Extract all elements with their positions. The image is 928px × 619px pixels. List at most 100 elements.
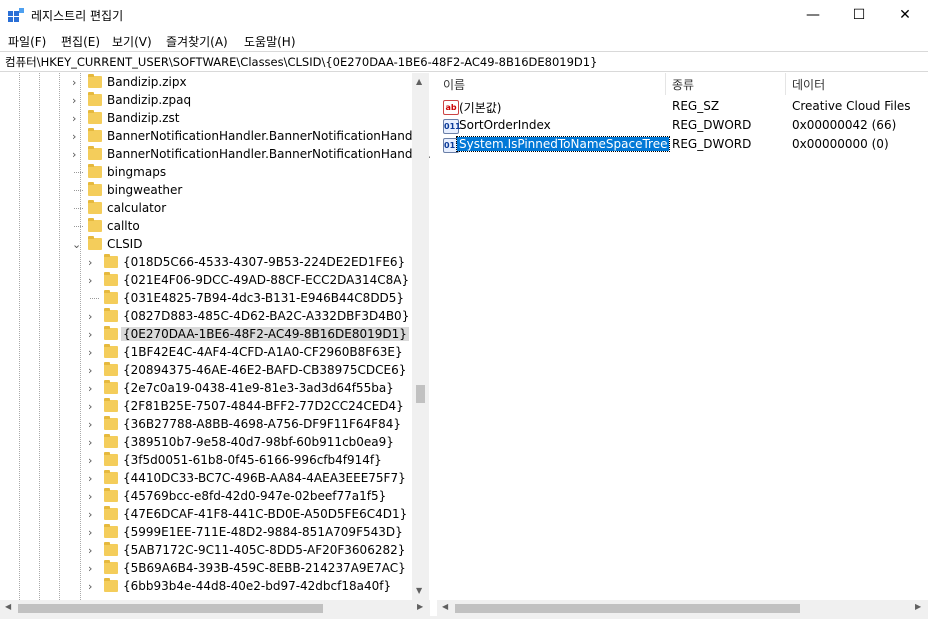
chevron-right-icon[interactable]: › — [88, 436, 92, 449]
chevron-right-icon[interactable]: › — [88, 400, 92, 413]
tree-item[interactable]: › {021E4F06-9DCC-49AD-88CF-ECC2DA314C8A} — [0, 272, 410, 290]
menu-help[interactable]: 도움말(H) — [244, 33, 296, 50]
value-name[interactable]: SortOrderIndex — [459, 118, 551, 132]
list-hscroll-thumb[interactable] — [455, 604, 800, 613]
chevron-right-icon[interactable]: › — [72, 148, 76, 161]
tree-item[interactable]: › {45769bcc-e8fd-42d0-947e-02beef77a1f5} — [0, 488, 410, 506]
value-name[interactable]: System.IsPinnedToNameSpaceTree — [455, 136, 671, 152]
chevron-right-icon[interactable]: › — [88, 328, 92, 341]
tree-item-label[interactable]: {2F81B25E-7507-4844-BFF2-77D2CC24CED4} — [123, 399, 404, 413]
tree-scroll-thumb[interactable] — [416, 385, 425, 403]
value-list[interactable]: 이름 종류 데이터 ab (기본값) REG_SZ Creative Cloud… — [437, 73, 928, 600]
tree-item-label[interactable]: BannerNotificationHandler.BannerNotifica… — [107, 147, 430, 161]
tree-item[interactable]: › {6bb93b4e-44d8-40e2-bd97-42dbcf18a40f} — [0, 578, 410, 596]
tree-item[interactable]: › {389510b7-9e58-40d7-98bf-60b911cb0ea9} — [0, 434, 410, 452]
tree-item-label[interactable]: calculator — [107, 201, 166, 215]
tree-item[interactable]: {031E4825-7B94-4dc3-B131-E946B44C8DD5} — [0, 290, 410, 308]
value-name[interactable]: (기본값) — [459, 99, 501, 116]
chevron-right-icon[interactable]: › — [88, 472, 92, 485]
tree-item[interactable]: › {5AB7172C-9C11-405C-8DD5-AF20F3606282} — [0, 542, 410, 560]
chevron-right-icon[interactable]: › — [72, 76, 76, 89]
tree-item-label[interactable]: {47E6DCAF-41F8-441C-BD0E-A50D5FE6C4D1} — [123, 507, 407, 521]
column-divider[interactable] — [785, 73, 786, 95]
tree-item-label[interactable]: {3f5d0051-61b8-0f45-6166-996cfb4f914f} — [123, 453, 382, 467]
tree-item[interactable]: › {20894375-46AE-46E2-BAFD-CB38975CDCE6} — [0, 362, 410, 380]
minimize-button[interactable]: — — [790, 0, 836, 30]
tree-item-label[interactable]: {0827D883-485C-4D62-BA2C-A332DBF3D4B0} — [123, 309, 409, 323]
chevron-down-icon[interactable]: ⌄ — [72, 238, 81, 251]
menu-favorites[interactable]: 즐겨찾기(A) — [166, 33, 228, 50]
value-row-selected[interactable]: 011 System.IsPinnedToNameSpaceTree REG_D… — [437, 136, 928, 154]
tree-item[interactable]: › {2F81B25E-7507-4844-BFF2-77D2CC24CED4} — [0, 398, 410, 416]
tree-item[interactable]: › {3f5d0051-61b8-0f45-6166-996cfb4f914f} — [0, 452, 410, 470]
chevron-right-icon[interactable]: › — [88, 418, 92, 431]
scroll-down-icon[interactable]: ▼ — [416, 586, 422, 595]
tree-item-label[interactable]: bingweather — [107, 183, 182, 197]
tree-item-label[interactable]: {4410DC33-BC7C-496B-AA84-4AEA3EEE75F7} — [123, 471, 406, 485]
chevron-right-icon[interactable]: › — [88, 490, 92, 503]
chevron-right-icon[interactable]: › — [88, 310, 92, 323]
column-divider[interactable] — [665, 73, 666, 95]
tree-horizontal-scrollbar[interactable]: ◀ ▶ — [0, 600, 430, 616]
tree-item-label[interactable]: {1BF42E4C-4AF4-4CFD-A1A0-CF2960B8F63E} — [123, 345, 403, 359]
chevron-right-icon[interactable]: › — [88, 562, 92, 575]
scroll-left-icon[interactable]: ◀ — [442, 602, 448, 611]
tree-item[interactable]: › BannerNotificationHandler.BannerNotific… — [0, 146, 430, 164]
tree-item-selected[interactable]: › {0E270DAA-1BE6-48F2-AC49-8B16DE8019D1} — [0, 326, 410, 344]
tree-item-label[interactable]: {0E270DAA-1BE6-48F2-AC49-8B16DE8019D1} — [121, 327, 409, 341]
tree-item-label[interactable]: Bandizip.zipx — [107, 75, 187, 89]
tree-item[interactable]: › Bandizip.zst — [0, 110, 410, 128]
tree-item-label[interactable]: BannerNotificationHandler.BannerNotifica… — [107, 129, 428, 143]
tree-item[interactable]: › {36B27788-A8BB-4698-A756-DF9F11F64F84} — [0, 416, 410, 434]
tree-item-label[interactable]: {389510b7-9e58-40d7-98bf-60b911cb0ea9} — [123, 435, 394, 449]
chevron-right-icon[interactable]: › — [72, 130, 76, 143]
list-horizontal-scrollbar[interactable]: ◀ ▶ — [437, 600, 928, 616]
tree-item[interactable]: › {0827D883-485C-4D62-BA2C-A332DBF3D4B0} — [0, 308, 410, 326]
close-button[interactable]: ✕ — [882, 0, 928, 30]
scroll-right-icon[interactable]: ▶ — [417, 602, 423, 611]
tree-item[interactable]: › BannerNotificationHandler.BannerNotific… — [0, 128, 428, 146]
tree-item[interactable]: › {5999E1EE-711E-48D2-9884-851A709F543D} — [0, 524, 410, 542]
tree-item[interactable]: › {5B69A6B4-393B-459C-8EBB-214237A9E7AC} — [0, 560, 410, 578]
chevron-right-icon[interactable]: › — [88, 382, 92, 395]
tree-item-label[interactable]: {2e7c0a19-0438-41e9-81e3-3ad3d64f55ba} — [123, 381, 394, 395]
value-row[interactable]: ab (기본값) REG_SZ Creative Cloud Files — [437, 98, 928, 116]
column-header-data[interactable]: 데이터 — [792, 76, 825, 93]
column-header-type[interactable]: 종류 — [672, 76, 694, 93]
tree-item-label[interactable]: {5AB7172C-9C11-405C-8DD5-AF20F3606282} — [123, 543, 405, 557]
tree-item-label[interactable]: {20894375-46AE-46E2-BAFD-CB38975CDCE6} — [123, 363, 406, 377]
column-header-name[interactable]: 이름 — [443, 76, 465, 93]
chevron-right-icon[interactable]: › — [88, 526, 92, 539]
tree-item-label[interactable]: {031E4825-7B94-4dc3-B131-E946B44C8DD5} — [123, 291, 404, 305]
chevron-right-icon[interactable]: › — [72, 112, 76, 125]
tree-item[interactable]: callto — [0, 218, 410, 236]
tree-item-label[interactable]: {021E4F06-9DCC-49AD-88CF-ECC2DA314C8A} — [123, 273, 409, 287]
tree-item-label[interactable]: Bandizip.zpaq — [107, 93, 191, 107]
tree-item[interactable]: › {018D5C66-4533-4307-9B53-224DE2ED1FE6} — [0, 254, 410, 272]
tree-item-label[interactable]: Bandizip.zst — [107, 111, 179, 125]
chevron-right-icon[interactable]: › — [88, 364, 92, 377]
chevron-right-icon[interactable]: › — [88, 454, 92, 467]
pane-splitter[interactable] — [430, 73, 437, 616]
tree-item-label[interactable]: {45769bcc-e8fd-42d0-947e-02beef77a1f5} — [123, 489, 386, 503]
tree-item-label[interactable]: {6bb93b4e-44d8-40e2-bd97-42dbcf18a40f} — [123, 579, 391, 593]
chevron-right-icon[interactable]: › — [88, 544, 92, 557]
chevron-right-icon[interactable]: › — [88, 274, 92, 287]
tree-item[interactable]: › {4410DC33-BC7C-496B-AA84-4AEA3EEE75F7} — [0, 470, 410, 488]
tree-item-label[interactable]: bingmaps — [107, 165, 166, 179]
scroll-up-icon[interactable]: ▲ — [416, 77, 422, 86]
chevron-right-icon[interactable]: › — [88, 580, 92, 593]
tree-item[interactable]: › Bandizip.zpaq — [0, 92, 410, 110]
tree-item[interactable]: › {1BF42E4C-4AF4-4CFD-A1A0-CF2960B8F63E} — [0, 344, 410, 362]
menu-file[interactable]: 파일(F) — [8, 33, 46, 50]
address-path[interactable]: 컴퓨터\HKEY_CURRENT_USER\SOFTWARE\Classes\C… — [5, 54, 597, 70]
menu-edit[interactable]: 편집(E) — [61, 33, 100, 50]
tree-item-label[interactable]: {5999E1EE-711E-48D2-9884-851A709F543D} — [123, 525, 403, 539]
tree-item[interactable]: › {2e7c0a19-0438-41e9-81e3-3ad3d64f55ba} — [0, 380, 410, 398]
tree-item[interactable]: › {47E6DCAF-41F8-441C-BD0E-A50D5FE6C4D1} — [0, 506, 410, 524]
value-row[interactable]: 011 SortOrderIndex REG_DWORD 0x00000042 … — [437, 117, 928, 135]
tree-item[interactable]: calculator — [0, 200, 410, 218]
scroll-right-icon[interactable]: ▶ — [915, 602, 921, 611]
tree-item-label[interactable]: callto — [107, 219, 140, 233]
tree-item[interactable]: bingweather — [0, 182, 410, 200]
